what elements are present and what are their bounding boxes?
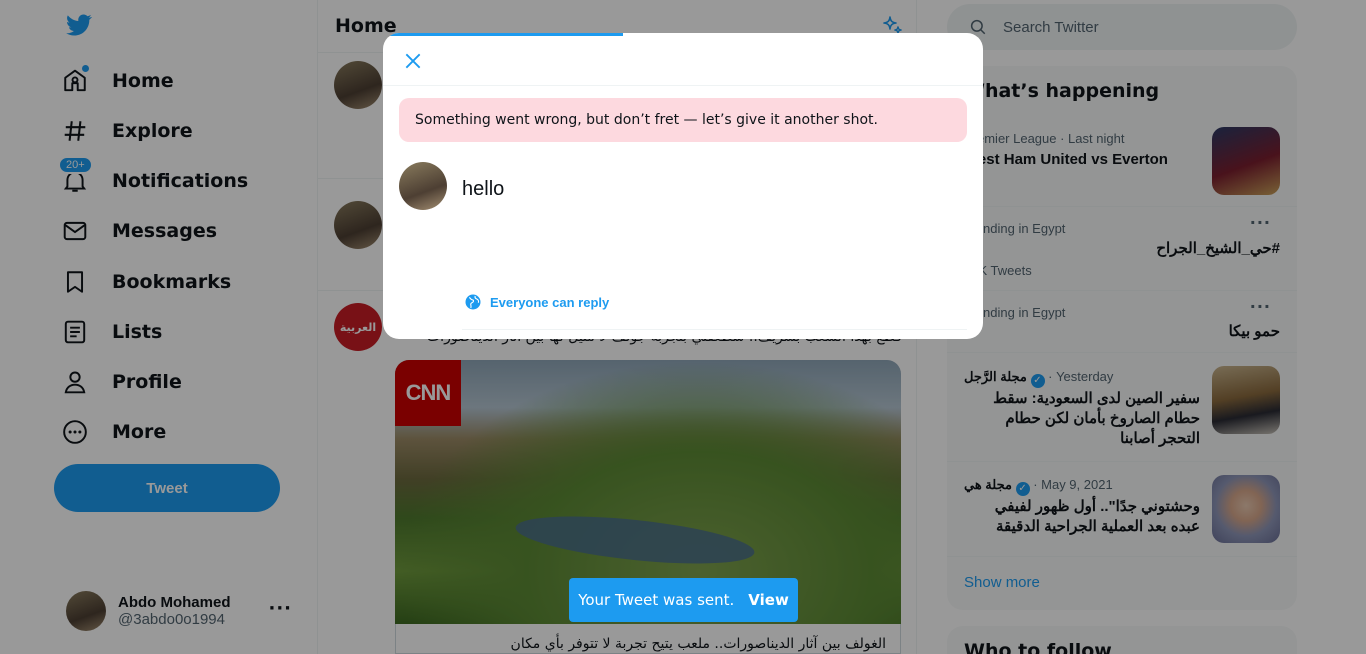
tweet-sent-toast: Your Tweet was sent. View [569, 578, 798, 622]
globe-icon [465, 294, 481, 310]
compose-textarea[interactable]: hello [462, 178, 504, 201]
error-banner: Something went wrong, but don’t fret — l… [399, 98, 967, 142]
divider [383, 85, 983, 86]
reply-setting-label: Everyone can reply [490, 294, 610, 310]
toast-view-link[interactable]: View [748, 591, 789, 609]
compose-modal: Something went wrong, but don’t fret — l… [383, 33, 983, 339]
divider [462, 329, 967, 330]
close-icon [405, 53, 421, 69]
reply-setting-button[interactable]: Everyone can reply [464, 293, 609, 311]
progress-bar [383, 33, 623, 36]
close-button[interactable] [397, 45, 429, 77]
avatar[interactable] [399, 162, 447, 210]
toast-message: Your Tweet was sent. [578, 591, 735, 609]
